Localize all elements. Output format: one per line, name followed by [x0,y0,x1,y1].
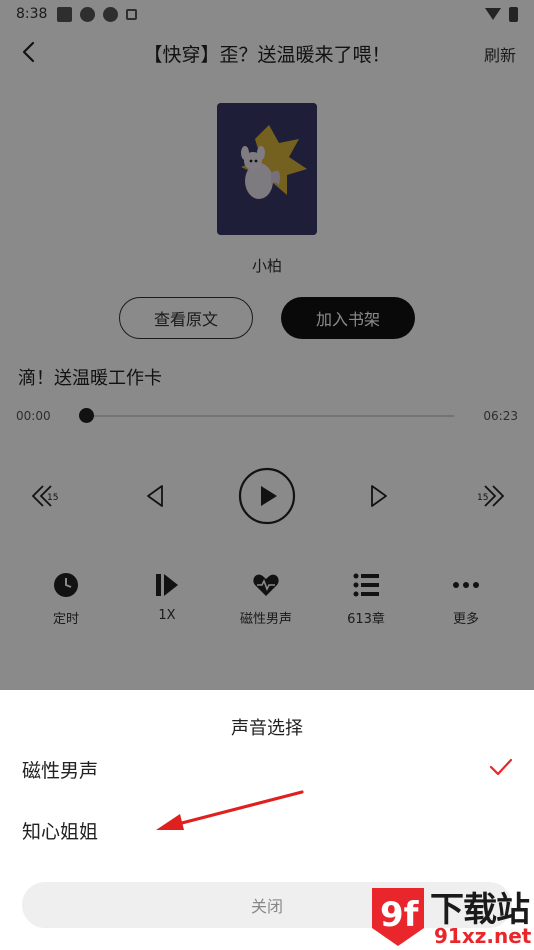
voice-option-label: 磁性男声 [22,760,99,782]
check-icon [488,756,514,778]
site-watermark: 9f 下载站 91xz.net [366,880,534,950]
svg-text:9f: 9f [380,895,420,935]
watermark-logo-icon: 9f [372,888,424,946]
dim-overlay[interactable] [0,0,534,690]
sheet-title: 声音选择 [231,718,303,739]
watermark-url: 91xz.net [434,924,532,948]
voice-option-label: 知心姐姐 [22,821,99,843]
annotation-arrow-icon [156,790,304,830]
